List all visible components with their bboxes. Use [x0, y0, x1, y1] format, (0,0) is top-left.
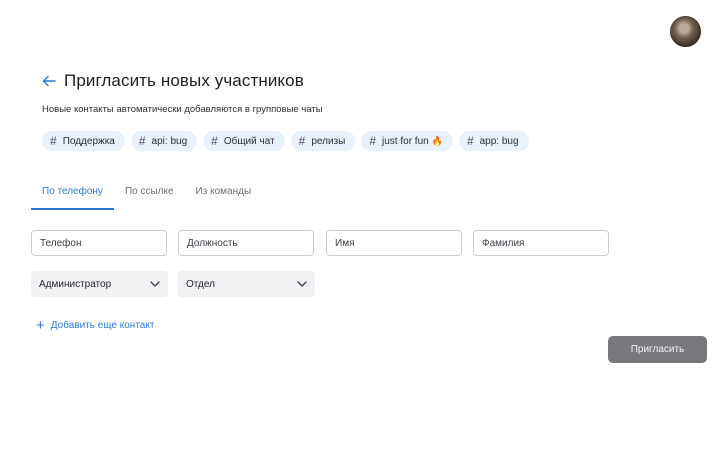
chat-chip-label: Общий чат [223, 135, 275, 147]
fire-icon: 🔥 [431, 135, 443, 146]
invite-button[interactable]: Пригласить [608, 336, 707, 363]
add-contact-button[interactable]: + Добавить еще контакт [36, 318, 154, 333]
first-name-field[interactable] [326, 230, 462, 256]
chat-chip-releases[interactable]: # релизы [290, 131, 356, 151]
hash-icon: # [211, 134, 218, 148]
chat-chip-just-for-fun[interactable]: # just for fun 🔥 [361, 131, 453, 151]
hash-icon: # [466, 134, 474, 148]
chat-chip-label: Поддержка [62, 135, 115, 147]
user-avatar[interactable] [670, 16, 701, 47]
page-subtitle: Новые контакты автоматически добавляются… [42, 104, 323, 115]
plus-icon: + [36, 317, 45, 334]
hash-icon: # [298, 134, 306, 148]
chevron-down-icon [297, 279, 307, 290]
chat-chip-app-bug[interactable]: # app: bug [458, 131, 529, 151]
phone-field[interactable] [31, 230, 167, 256]
role-select[interactable]: Администратор [31, 271, 168, 297]
hash-icon: # [50, 134, 57, 148]
last-name-field[interactable] [473, 230, 609, 256]
tab-by-phone[interactable]: По телефону [31, 176, 114, 210]
chat-chip-general[interactable]: # Общий чат [203, 131, 285, 151]
position-field[interactable] [178, 230, 314, 256]
department-select[interactable]: Отдел [178, 271, 315, 297]
invite-tabs: По телефону По ссылке Из команды [31, 176, 262, 210]
role-select-value: Администратор [39, 278, 112, 290]
add-contact-label: Добавить еще контакт [50, 320, 155, 331]
chat-chip-support[interactable]: # Поддержка [42, 131, 125, 151]
hash-icon: # [138, 134, 146, 148]
chat-chip-label: app: bug [479, 135, 519, 147]
chat-chip-label: релизы [311, 135, 346, 147]
page-header: Пригласить новых участников [40, 70, 304, 92]
chevron-down-icon [150, 279, 160, 290]
tab-by-link[interactable]: По ссылке [114, 176, 185, 210]
chat-chips: # Поддержка # api: bug # Общий чат # рел… [42, 131, 529, 151]
department-select-value: Отдел [186, 278, 215, 290]
page-title: Пригласить новых участников [64, 71, 304, 90]
chat-chip-api-bug[interactable]: # api: bug [130, 131, 198, 151]
chat-chip-label: just for fun [382, 135, 429, 147]
back-arrow-icon[interactable] [40, 70, 58, 92]
chat-chip-label: api: bug [151, 135, 188, 147]
tab-from-team[interactable]: Из команды [185, 176, 263, 210]
hash-icon: # [369, 134, 377, 148]
